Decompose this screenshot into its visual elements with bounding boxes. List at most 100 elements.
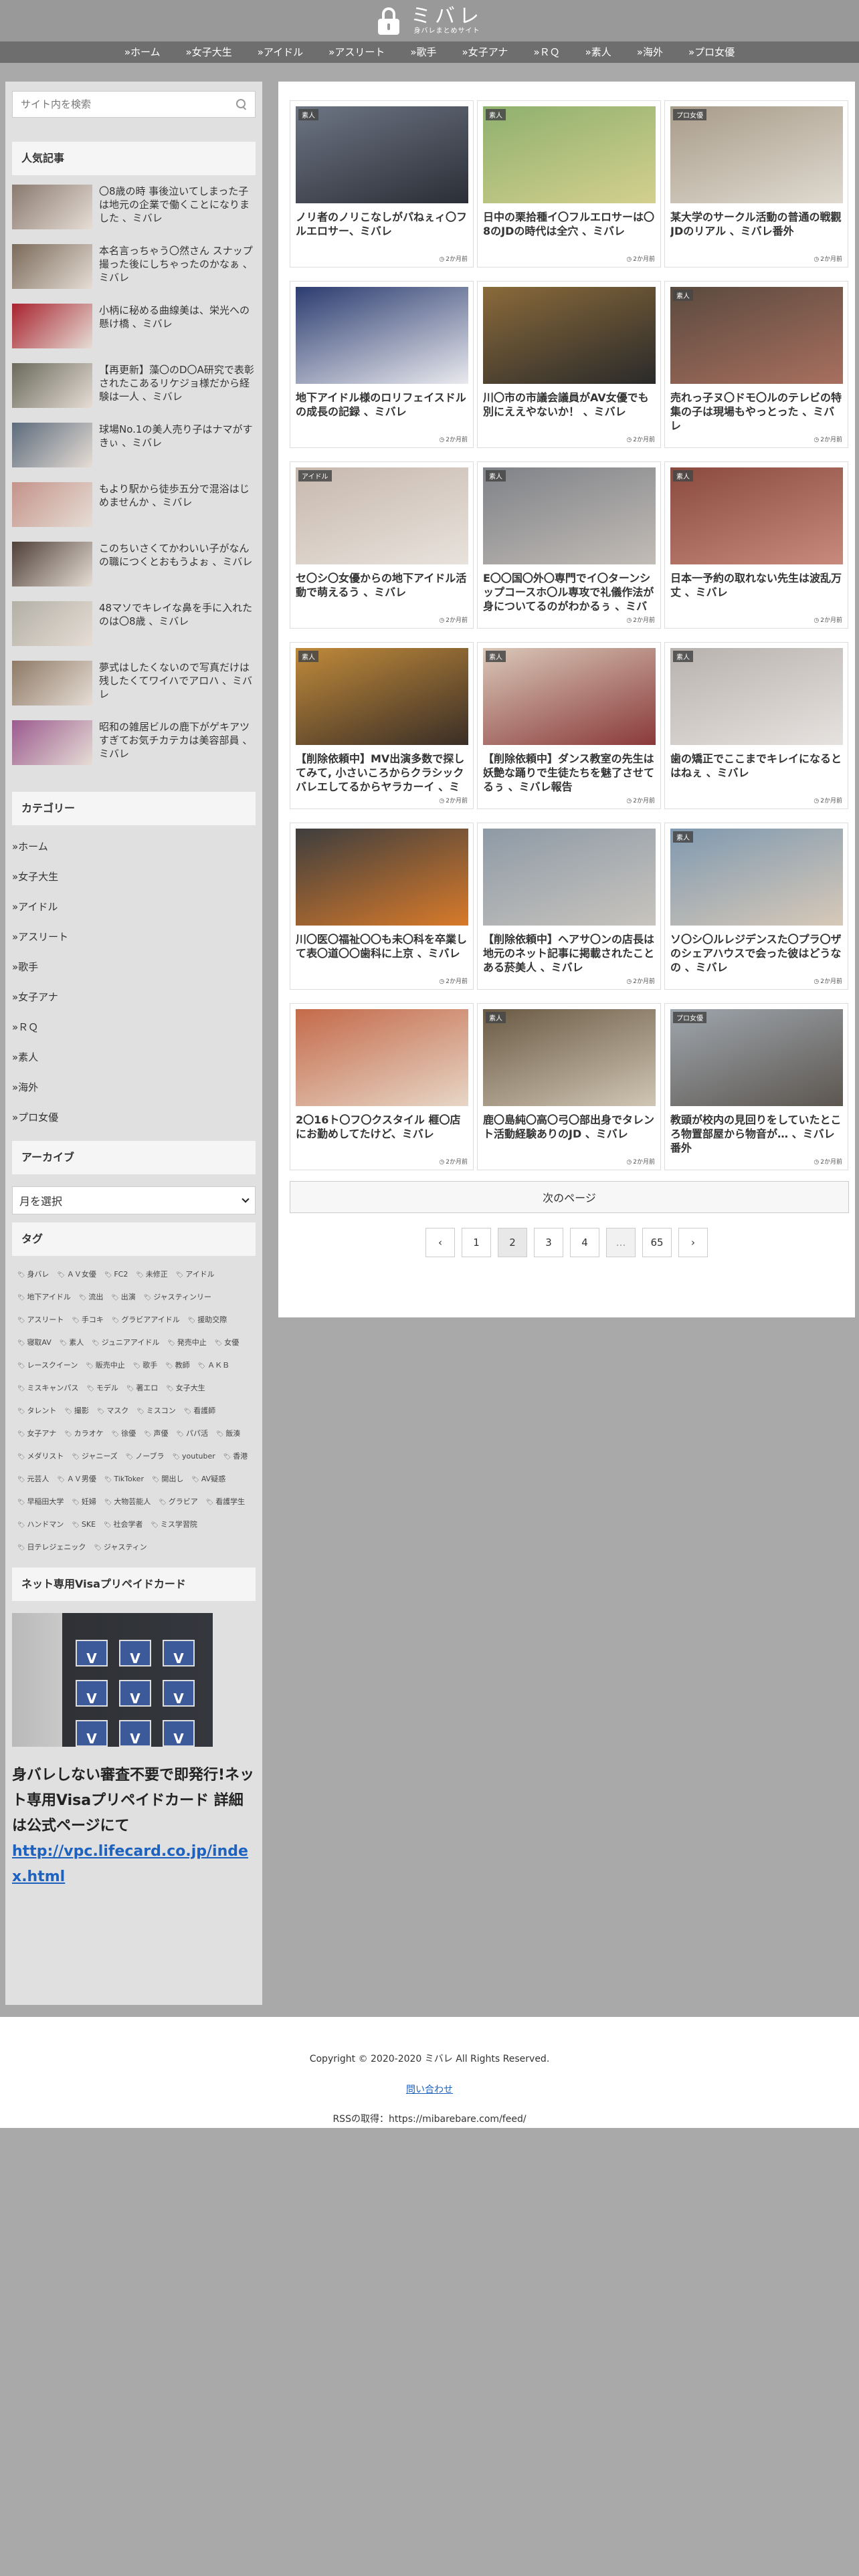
article-thumbnail[interactable]: 素人 (483, 106, 656, 203)
nav-item[interactable]: »素人 (573, 41, 624, 63)
article-thumbnail[interactable]: アイドル (296, 467, 468, 564)
popular-item-title[interactable]: 昭和の雑居ビルの鹿下がゲキアツすぎてお気チカテカは美容部員 、ミバレ (99, 720, 256, 760)
article-title[interactable]: 地下アイドル様のロリフェイスドルの成長の記録 、ミバレ (296, 391, 468, 433)
tag-item[interactable]: 地下アイドル (17, 1289, 70, 1305)
article-thumbnail[interactable] (296, 1009, 468, 1106)
tag-item[interactable]: レースクイーン (17, 1358, 78, 1374)
tag-item[interactable]: 販売中止 (86, 1358, 125, 1374)
popular-item[interactable]: 昭和の雑居ビルの鹿下がゲキアツすぎてお気チカテカは美容部員 、ミバレ (12, 720, 256, 780)
article-thumbnail[interactable]: 素人 (670, 648, 843, 745)
popular-item-title[interactable]: 【再更新】藻〇のD〇A研究で表彰されたこあるリケジョ様だから経験は一人 、ミバレ (99, 363, 256, 403)
article-thumbnail[interactable]: 素人 (296, 106, 468, 203)
archive-select[interactable]: 月を選択 (12, 1186, 256, 1214)
article-thumbnail[interactable] (296, 829, 468, 926)
tag-item[interactable]: 援助交際 (188, 1312, 227, 1328)
popular-thumbnail[interactable] (12, 363, 92, 408)
page-button[interactable]: ‹ (425, 1228, 455, 1257)
tag-item[interactable]: ジュニアアイドル (92, 1335, 160, 1351)
tag-item[interactable]: 日テレジェニック (17, 1539, 86, 1555)
tag-item[interactable]: 流出 (79, 1289, 103, 1305)
category-item[interactable]: »素人 (12, 1043, 256, 1073)
tag-item[interactable]: ミスキャンパス (17, 1380, 78, 1396)
popular-item[interactable]: 球場No.1の美人売り子はナマがすきぃ 、ミバレ (12, 423, 256, 482)
tag-item[interactable]: アスリート (17, 1312, 64, 1328)
popular-thumbnail[interactable] (12, 244, 92, 289)
tag-item[interactable]: 元芸人 (17, 1471, 49, 1487)
tag-item[interactable]: マスク (97, 1403, 128, 1419)
tag-item[interactable]: SKE (72, 1517, 96, 1533)
article-title[interactable]: ソ〇シ〇ルレジデンスた〇プラ〇ザのシェアハウスで会った彼はどうなの 、ミバレ (670, 932, 842, 975)
tag-item[interactable]: 徐優 (112, 1426, 136, 1442)
page-button[interactable]: 4 (570, 1228, 599, 1257)
article-thumbnail[interactable] (483, 287, 656, 384)
tag-item[interactable]: タレント (17, 1403, 56, 1419)
tag-item[interactable]: ジャスティンリー (144, 1289, 211, 1305)
popular-item-title[interactable]: このちいさくてかわいい子がなんの職につくとおもうよぉ 、ミバレ (99, 542, 256, 568)
article-card[interactable]: 地下アイドル様のロリフェイスドルの成長の記録 、ミバレ 2か月前 (290, 281, 474, 448)
category-item[interactable]: »アイドル (12, 892, 256, 922)
tag-item[interactable]: アイドル (176, 1267, 214, 1283)
tag-item[interactable]: 香港 (223, 1448, 248, 1465)
tag-item[interactable]: 女子アナ (17, 1426, 56, 1442)
article-card[interactable]: 素人売れっ子ヌ〇ドモ〇ルのテレビの特集の子は現場もやっとった 、ミバレ 2か月前 (664, 281, 848, 448)
tag-item[interactable]: 教師 (165, 1358, 190, 1374)
tag-item[interactable]: ミス学習院 (151, 1517, 197, 1533)
page-button[interactable]: › (678, 1228, 708, 1257)
category-item[interactable]: »アスリート (12, 922, 256, 952)
article-thumbnail[interactable] (483, 829, 656, 926)
article-card[interactable]: 素人 ソ〇シ〇ルレジデンスた〇プラ〇ザのシェアハウスで会った彼はどうなの 、ミバレ… (664, 823, 848, 990)
tag-item[interactable]: 身バレ (17, 1267, 49, 1283)
article-card[interactable]: 素人 E〇〇国〇外〇専門でイ〇ターンシップコースホ〇ル専攻で礼儀作法が身についてる… (477, 461, 661, 629)
tag-item[interactable]: FC2 (104, 1267, 128, 1283)
tag-item[interactable]: パパ活 (177, 1426, 208, 1442)
tag-item[interactable]: ＡＶ女優 (57, 1267, 96, 1283)
article-thumbnail[interactable]: 素人 (483, 1009, 656, 1106)
article-title[interactable]: E〇〇国〇外〇専門でイ〇ターンシップコースホ〇ル専攻で礼儀作法が身についてるのが… (483, 571, 655, 614)
tag-item[interactable]: カラオケ (64, 1426, 104, 1442)
popular-item-title[interactable]: もより駅から徒歩五分で混浴はじめませんか 、ミバレ (99, 482, 256, 509)
article-card[interactable]: アイドルセ〇シ〇女優からの地下アイドル活動で萌えるう 、ミバレ2か月前 (290, 461, 474, 629)
page-button[interactable]: 2 (498, 1228, 527, 1257)
popular-item-title[interactable]: 48マソでキレイな鼻を手に入れたのは〇8歳 、ミバレ (99, 601, 256, 628)
category-item[interactable]: »ＲＱ (12, 1012, 256, 1043)
nav-item[interactable]: »アイドル (245, 41, 316, 63)
tag-item[interactable]: 看護学生 (206, 1494, 245, 1510)
article-card[interactable]: プロ女優某大学のサークル活動の普通の戦觀JDのリアル 、ミバレ番外2か月前 (664, 100, 848, 267)
tag-item[interactable]: グラビア (159, 1494, 198, 1510)
tag-item[interactable]: 早稲田大学 (17, 1494, 64, 1510)
article-thumbnail[interactable]: 素人 (670, 287, 843, 384)
page-button[interactable]: 65 (642, 1228, 672, 1257)
tag-item[interactable]: 開出し (152, 1471, 183, 1487)
tag-item[interactable]: TikToker (104, 1471, 144, 1487)
tag-item[interactable]: 出演 (111, 1289, 136, 1305)
contact-link[interactable]: 問い合わせ (0, 2082, 859, 2096)
popular-item[interactable]: 本名言っちゃう〇然さん スナップ撮った後にしちゃったのかなぁ 、ミバレ (12, 244, 256, 304)
popular-item[interactable]: 小柄に秘める曲線美は、栄光への懸け橋 、ミバレ (12, 304, 256, 363)
popular-item[interactable]: 48マソでキレイな鼻を手に入れたのは〇8歳 、ミバレ (12, 601, 256, 661)
article-card[interactable]: 川〇市の市議会議員がAV女優でも別にええやないか！ 、ミバレ 2か月前 (477, 281, 661, 448)
popular-item[interactable]: 〇8歳の時 事後泣いてしまった子は地元の企業で働くことになりました 、ミバレ (12, 185, 256, 244)
article-thumbnail[interactable]: 素人 (483, 467, 656, 564)
article-card[interactable]: 川〇医〇福祉〇〇も未〇科を卒業して表〇道〇〇歯科に上京 、ミバレ2か月前 (290, 823, 474, 990)
page-button[interactable]: 3 (534, 1228, 563, 1257)
tag-item[interactable]: ジャニーズ (72, 1448, 118, 1465)
article-card[interactable]: 素人日本一予約の取れない先生は波乱万丈 、ミバレ2か月前 (664, 461, 848, 629)
tag-item[interactable]: 看護師 (184, 1403, 215, 1419)
nav-item[interactable]: »女子アナ (450, 41, 521, 63)
popular-item[interactable]: もより駅から徒歩五分で混浴はじめませんか 、ミバレ (12, 482, 256, 542)
popular-thumbnail[interactable] (12, 661, 92, 706)
site-logo[interactable]: ミバレ 身バレまとめサイト (376, 6, 483, 35)
search-input[interactable] (21, 98, 221, 110)
tag-item[interactable]: 手コキ (72, 1312, 104, 1328)
tag-item[interactable]: AV疑惑 (191, 1471, 225, 1487)
popular-item-title[interactable]: 夢式はしたくないので写真だけは残したくてワイハでアロハ 、ミバレ (99, 661, 256, 701)
category-item[interactable]: »プロ女優 (12, 1103, 256, 1133)
article-thumbnail[interactable]: プロ女優 (670, 106, 843, 203)
tag-item[interactable]: モデル (86, 1380, 118, 1396)
article-title[interactable]: 教頭が校内の見回りをしていたところ物置部屋から物音が… 、ミバレ番外 (670, 1113, 842, 1156)
article-card[interactable]: 素人 【削除依頼中】MV出演多数で探してみて, 小さいころからクラシックバレエして… (290, 642, 474, 809)
popular-item[interactable]: 夢式はしたくないので写真だけは残したくてワイハでアロハ 、ミバレ (12, 661, 256, 720)
article-card[interactable]: 素人鹿〇島純〇高〇弓〇部出身でタレント活動経験ありのJD 、ミバレ2か月前 (477, 1003, 661, 1170)
nav-item[interactable]: »ＲＱ (520, 41, 572, 63)
nav-item[interactable]: »歌手 (397, 41, 449, 63)
